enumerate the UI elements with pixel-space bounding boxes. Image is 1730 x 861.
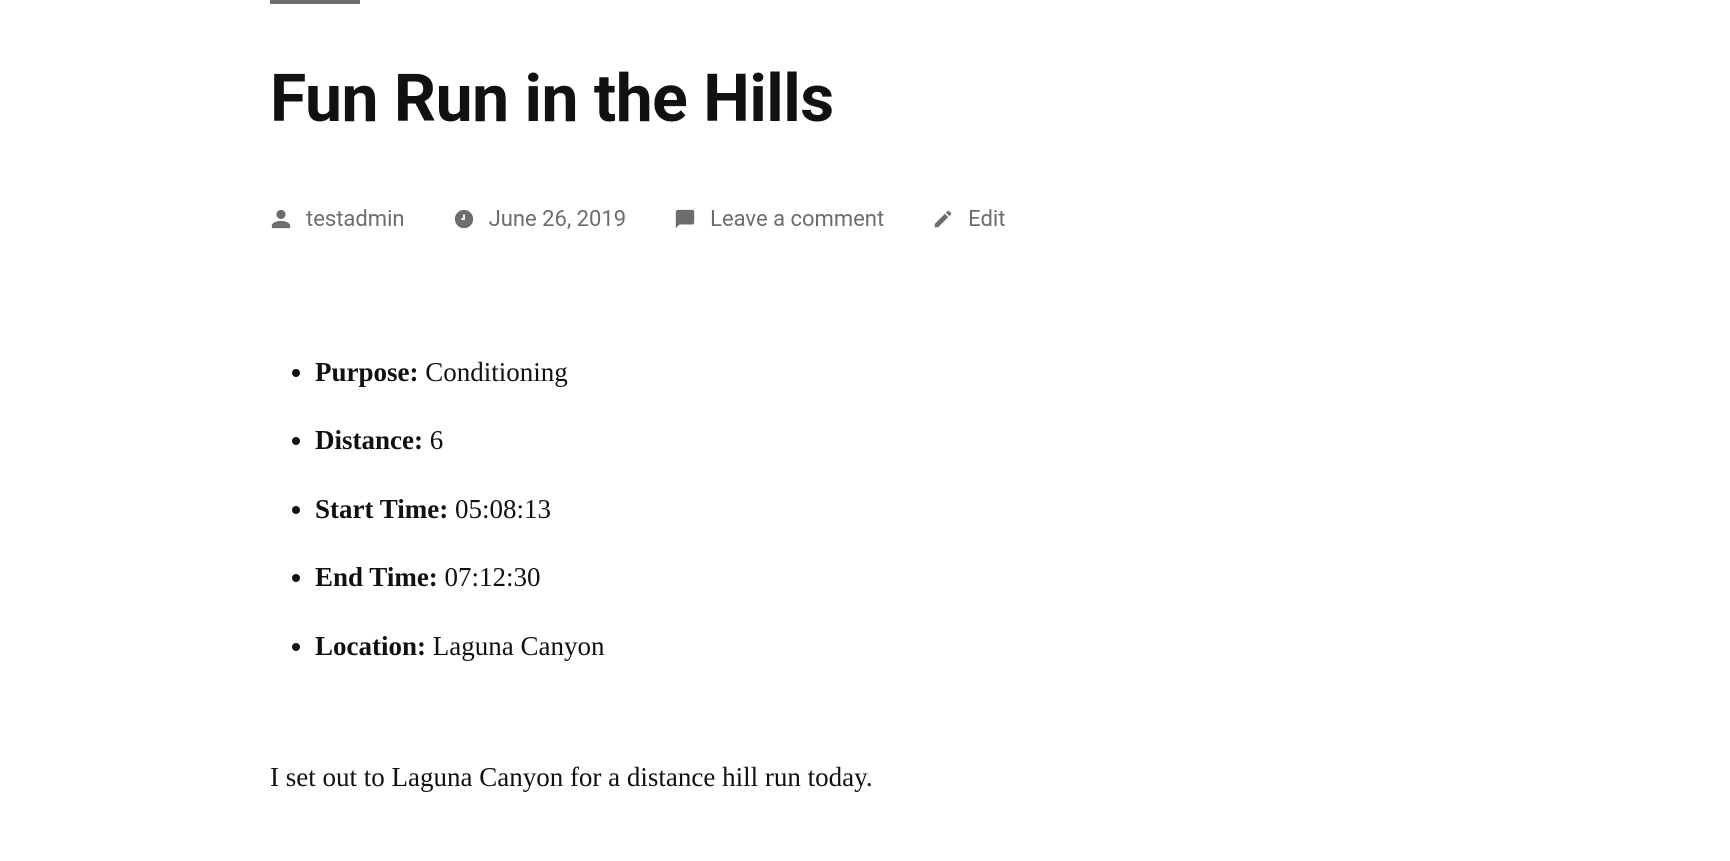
body-paragraph: I set out to Laguna Canyon for a distanc… — [270, 756, 1460, 799]
author-link[interactable]: testadmin — [306, 207, 405, 232]
detail-value: 07:12:30 — [445, 562, 541, 592]
accent-bar — [270, 0, 360, 4]
list-item: Purpose: Conditioning — [315, 352, 1460, 393]
comment-icon — [674, 208, 696, 230]
detail-label: Purpose: — [315, 357, 419, 387]
list-item: End Time: 07:12:30 — [315, 557, 1460, 598]
detail-label: Start Time: — [315, 494, 448, 524]
pencil-icon — [932, 208, 954, 230]
edit-link[interactable]: Edit — [968, 207, 1005, 232]
date-link[interactable]: June 26, 2019 — [489, 207, 627, 232]
detail-value: 6 — [430, 425, 444, 455]
person-icon — [270, 208, 292, 230]
list-item: Location: Laguna Canyon — [315, 626, 1460, 667]
detail-label: End Time: — [315, 562, 438, 592]
detail-label: Location: — [315, 631, 426, 661]
edit-meta: Edit — [932, 207, 1005, 232]
clock-icon — [453, 208, 475, 230]
comment-meta: Leave a comment — [674, 207, 884, 232]
post-meta: testadmin June 26, 2019 Leave a comment … — [270, 207, 1460, 232]
detail-value: Conditioning — [425, 357, 568, 387]
detail-value: 05:08:13 — [455, 494, 551, 524]
detail-value: Laguna Canyon — [433, 631, 605, 661]
details-list: Purpose: Conditioning Distance: 6 Start … — [270, 352, 1460, 667]
leave-comment-link[interactable]: Leave a comment — [710, 207, 884, 232]
post-title: Fun Run in the Hills — [270, 64, 1460, 137]
date-meta: June 26, 2019 — [453, 207, 627, 232]
list-item: Distance: 6 — [315, 420, 1460, 461]
author-meta: testadmin — [270, 207, 405, 232]
list-item: Start Time: 05:08:13 — [315, 489, 1460, 530]
detail-label: Distance: — [315, 425, 423, 455]
